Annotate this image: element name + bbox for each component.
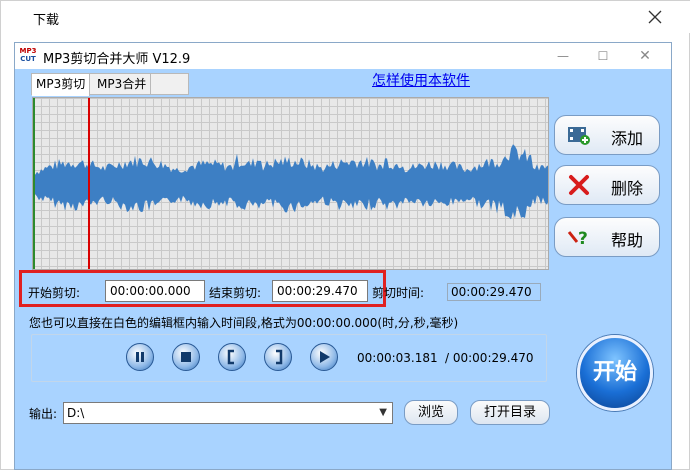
play-icon	[320, 351, 330, 363]
minimize-icon[interactable]: —	[551, 46, 575, 66]
help-button-label: 帮助	[611, 231, 644, 250]
help-icon: ?	[567, 226, 591, 249]
tab-mp3-merge[interactable]: MP3合并	[93, 74, 152, 95]
output-path-value: D:\	[67, 406, 85, 420]
tab-mp3-cut[interactable]: MP3剪切	[32, 74, 91, 96]
current-time: 00:00:03.181	[357, 351, 438, 365]
download-window-titlebar: 下载	[1, 1, 690, 33]
app-close-icon[interactable]: ✕	[633, 46, 657, 66]
output-path-select[interactable]: D:\ ▼	[63, 402, 393, 424]
tab-bar: MP3剪切 MP3合并	[31, 73, 189, 96]
time-format-hint: 您也可以直接在白色的编辑框内输入时间段,格式为00:00:00.000(时,分,…	[29, 316, 459, 330]
browse-button[interactable]: 浏览	[404, 400, 458, 425]
delete-x-icon	[567, 174, 591, 196]
end-cut-input[interactable]: 00:00:29.470	[272, 280, 368, 302]
start-cut-label: 开始剪切:	[28, 286, 81, 300]
mark-end-button[interactable]	[264, 343, 292, 371]
help-button[interactable]: ? 帮助	[554, 217, 660, 257]
output-label: 输出:	[29, 407, 58, 421]
stop-button[interactable]	[172, 343, 200, 371]
open-directory-button[interactable]: 打开目录	[470, 400, 550, 425]
app-title: MP3剪切合并大师 V12.9	[43, 52, 191, 67]
bracket-left-icon	[227, 349, 234, 365]
end-cut-label: 结束剪切:	[209, 286, 262, 300]
howto-link[interactable]: 怎样使用本软件	[372, 70, 470, 90]
delete-button-label: 删除	[611, 179, 644, 198]
film-add-icon	[567, 124, 591, 146]
cut-duration-label: 剪切时间:	[372, 286, 425, 300]
play-selection-button[interactable]	[310, 343, 338, 371]
waveform-shape	[33, 144, 548, 220]
mark-start-button[interactable]	[218, 343, 246, 371]
waveform-graph	[33, 144, 548, 220]
waveform-panel[interactable]	[32, 97, 549, 270]
maximize-icon[interactable]: ☐	[591, 46, 615, 66]
pause-button[interactable]	[126, 343, 154, 371]
start-marker[interactable]	[33, 98, 35, 269]
start-cut-input[interactable]: 00:00:00.000	[105, 280, 205, 302]
close-icon[interactable]	[645, 7, 665, 27]
app-titlebar: MP3 CUT MP3剪切合并大师 V12.9 — ☐ ✕	[15, 43, 671, 69]
total-time: / 00:00:29.470	[445, 351, 534, 365]
app-logo-icon: MP3 CUT	[19, 47, 37, 63]
add-button-label: 添加	[611, 129, 644, 148]
stop-icon	[181, 352, 191, 362]
cut-duration-value: 00:00:29.470	[447, 283, 541, 301]
app-window: MP3 CUT MP3剪切合并大师 V12.9 — ☐ ✕ MP3剪切 MP3合…	[14, 42, 672, 470]
delete-button[interactable]: 删除	[554, 165, 660, 205]
start-button[interactable]: 开始	[577, 335, 653, 411]
playhead-marker[interactable]	[88, 98, 90, 269]
chevron-down-icon[interactable]: ▼	[379, 403, 387, 423]
pause-icon	[136, 352, 144, 362]
svg-text:?: ?	[578, 229, 588, 248]
download-window-title: 下载	[33, 13, 60, 28]
bracket-right-icon	[276, 349, 283, 365]
add-button[interactable]: 添加	[554, 115, 660, 155]
